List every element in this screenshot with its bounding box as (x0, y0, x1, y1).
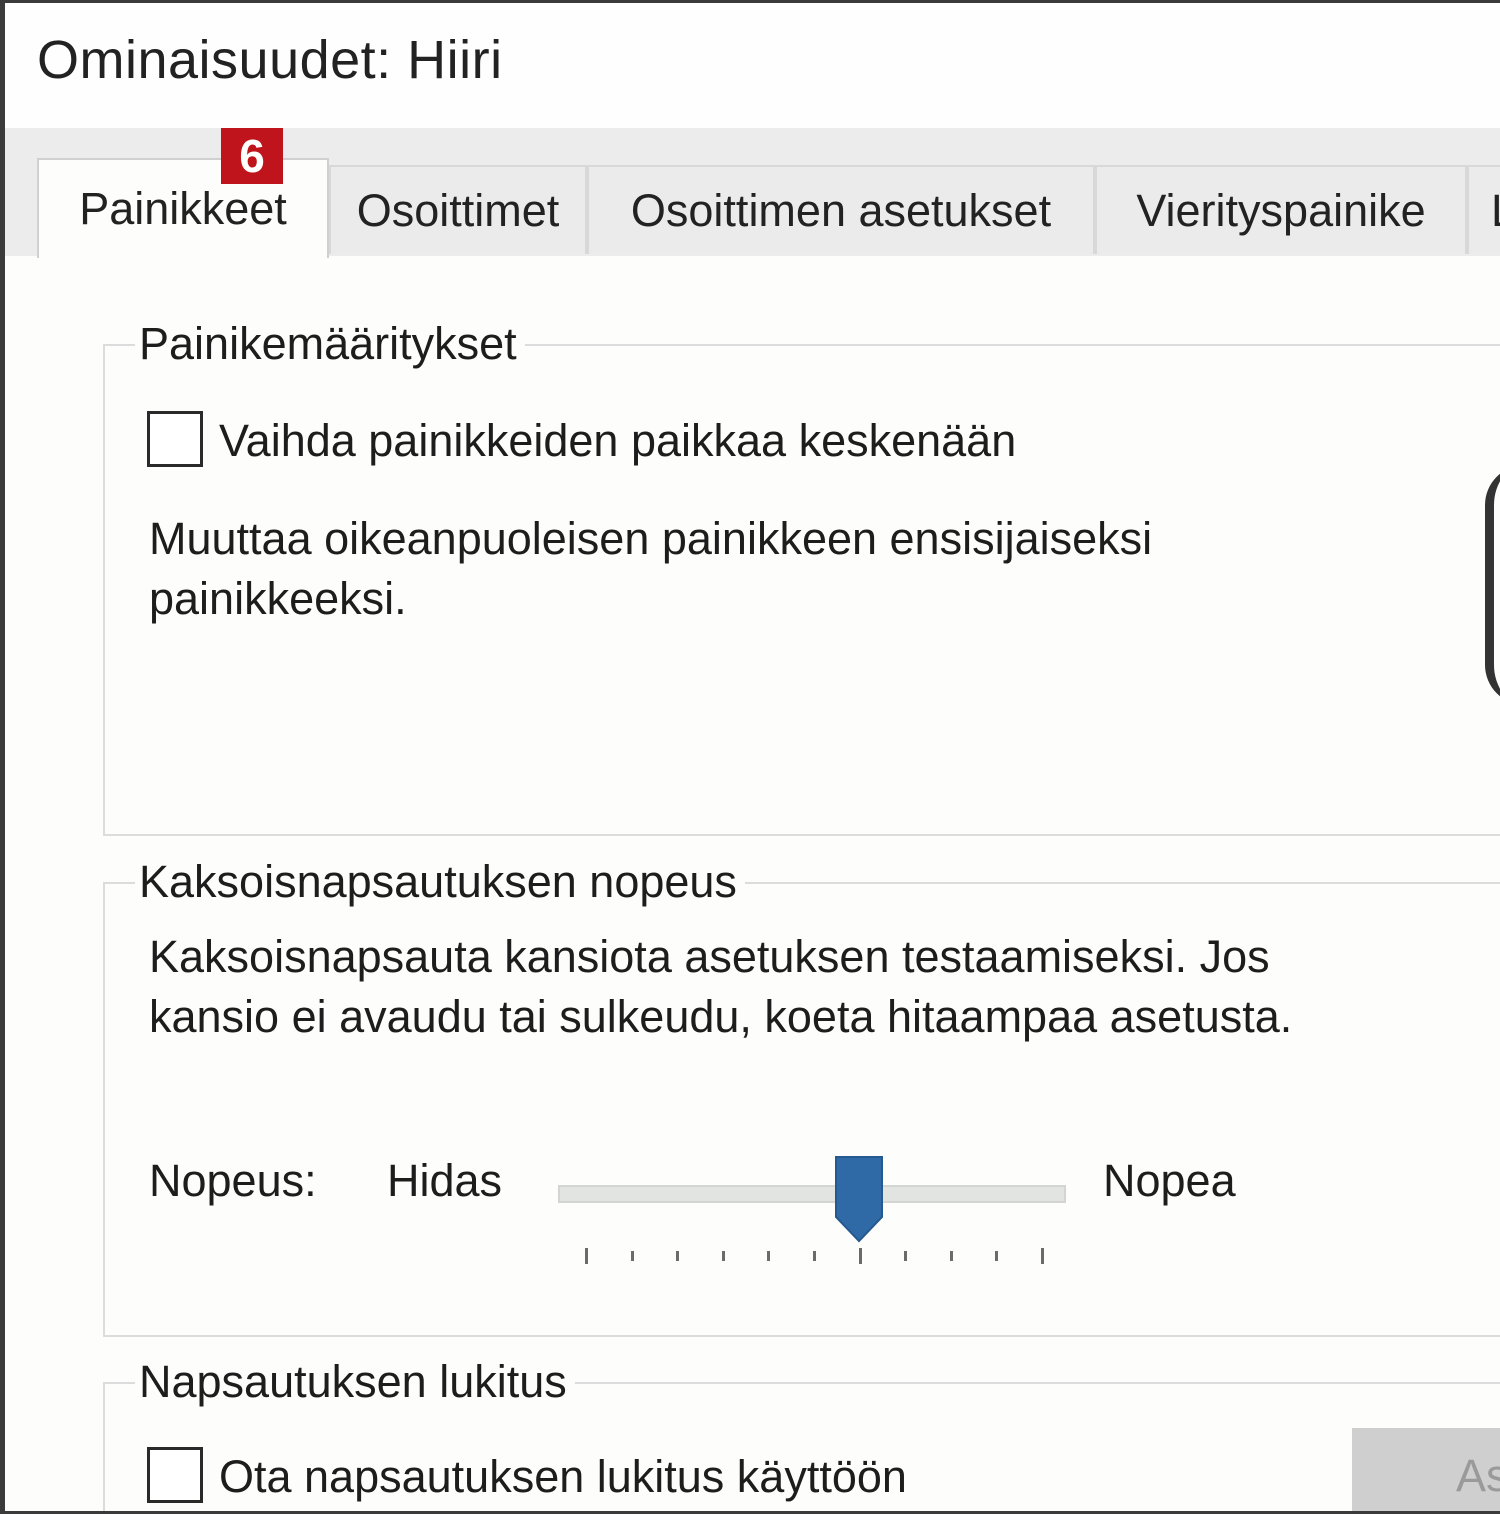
window-title: Ominaisuudet: Hiiri (37, 30, 503, 90)
fast-label: Nopea (1103, 1155, 1236, 1206)
switch-buttons-label[interactable]: Vaihda painikkeiden paikkaa keskenään (219, 411, 1016, 471)
click-lock-label[interactable]: Ota napsautuksen lukitus käyttöön (219, 1447, 907, 1507)
click-lock-checkbox[interactable] (147, 1447, 203, 1503)
switch-buttons-description-line1: Muuttaa oikeanpuoleisen painikkeen ensis… (149, 513, 1153, 564)
title-bar: Ominaisuudet: Hiiri (5, 3, 1500, 128)
slider-tick (813, 1251, 816, 1261)
switch-buttons-checkbox[interactable] (147, 411, 203, 467)
button-configuration-legend: Painikemääritykset (135, 318, 525, 370)
slider-tick (676, 1251, 679, 1261)
switch-buttons-description-line2: painikkeeksi. (149, 573, 407, 624)
speed-label: Nopeus: (149, 1155, 317, 1206)
slider-thumb[interactable] (834, 1155, 884, 1243)
tab-osoittimet[interactable]: Osoittimet (329, 165, 587, 254)
tab-vierityspainike[interactable]: Vierityspainike (1095, 165, 1467, 254)
slider-tick (1041, 1248, 1044, 1264)
tab-truncated[interactable]: L (1467, 165, 1500, 254)
slider-tick (904, 1251, 907, 1261)
double-click-speed-slider[interactable] (558, 1185, 1066, 1203)
tab-painikkeet[interactable]: Painikkeet (37, 158, 329, 258)
double-click-description-line2: kansio ei avaudu tai sulkeudu, koeta hit… (149, 991, 1293, 1042)
slider-tick (631, 1251, 634, 1261)
click-lock-settings-button[interactable]: As (1352, 1428, 1500, 1511)
slider-tick (859, 1248, 862, 1264)
double-click-speed-legend: Kaksoisnapsautuksen nopeus (135, 856, 745, 908)
click-lock-legend: Napsautuksen lukitus (135, 1356, 575, 1408)
slider-tick (995, 1251, 998, 1261)
mouse-properties-window: Ominaisuudet: Hiiri Painikkeet Osoittime… (0, 0, 1500, 1514)
tab-osoittimen-asetukset[interactable]: Osoittimen asetukset (587, 165, 1095, 254)
slider-ticks (585, 1248, 1044, 1266)
mouse-image (1485, 465, 1500, 705)
slow-label: Hidas (387, 1155, 503, 1206)
slider-tick (950, 1251, 953, 1261)
slider-tick (585, 1248, 588, 1264)
slider-tick (767, 1251, 770, 1261)
annotation-badge: 6 (221, 128, 283, 184)
slider-tick (722, 1251, 725, 1261)
double-click-description-line1: Kaksoisnapsauta kansiota asetuksen testa… (149, 931, 1270, 982)
